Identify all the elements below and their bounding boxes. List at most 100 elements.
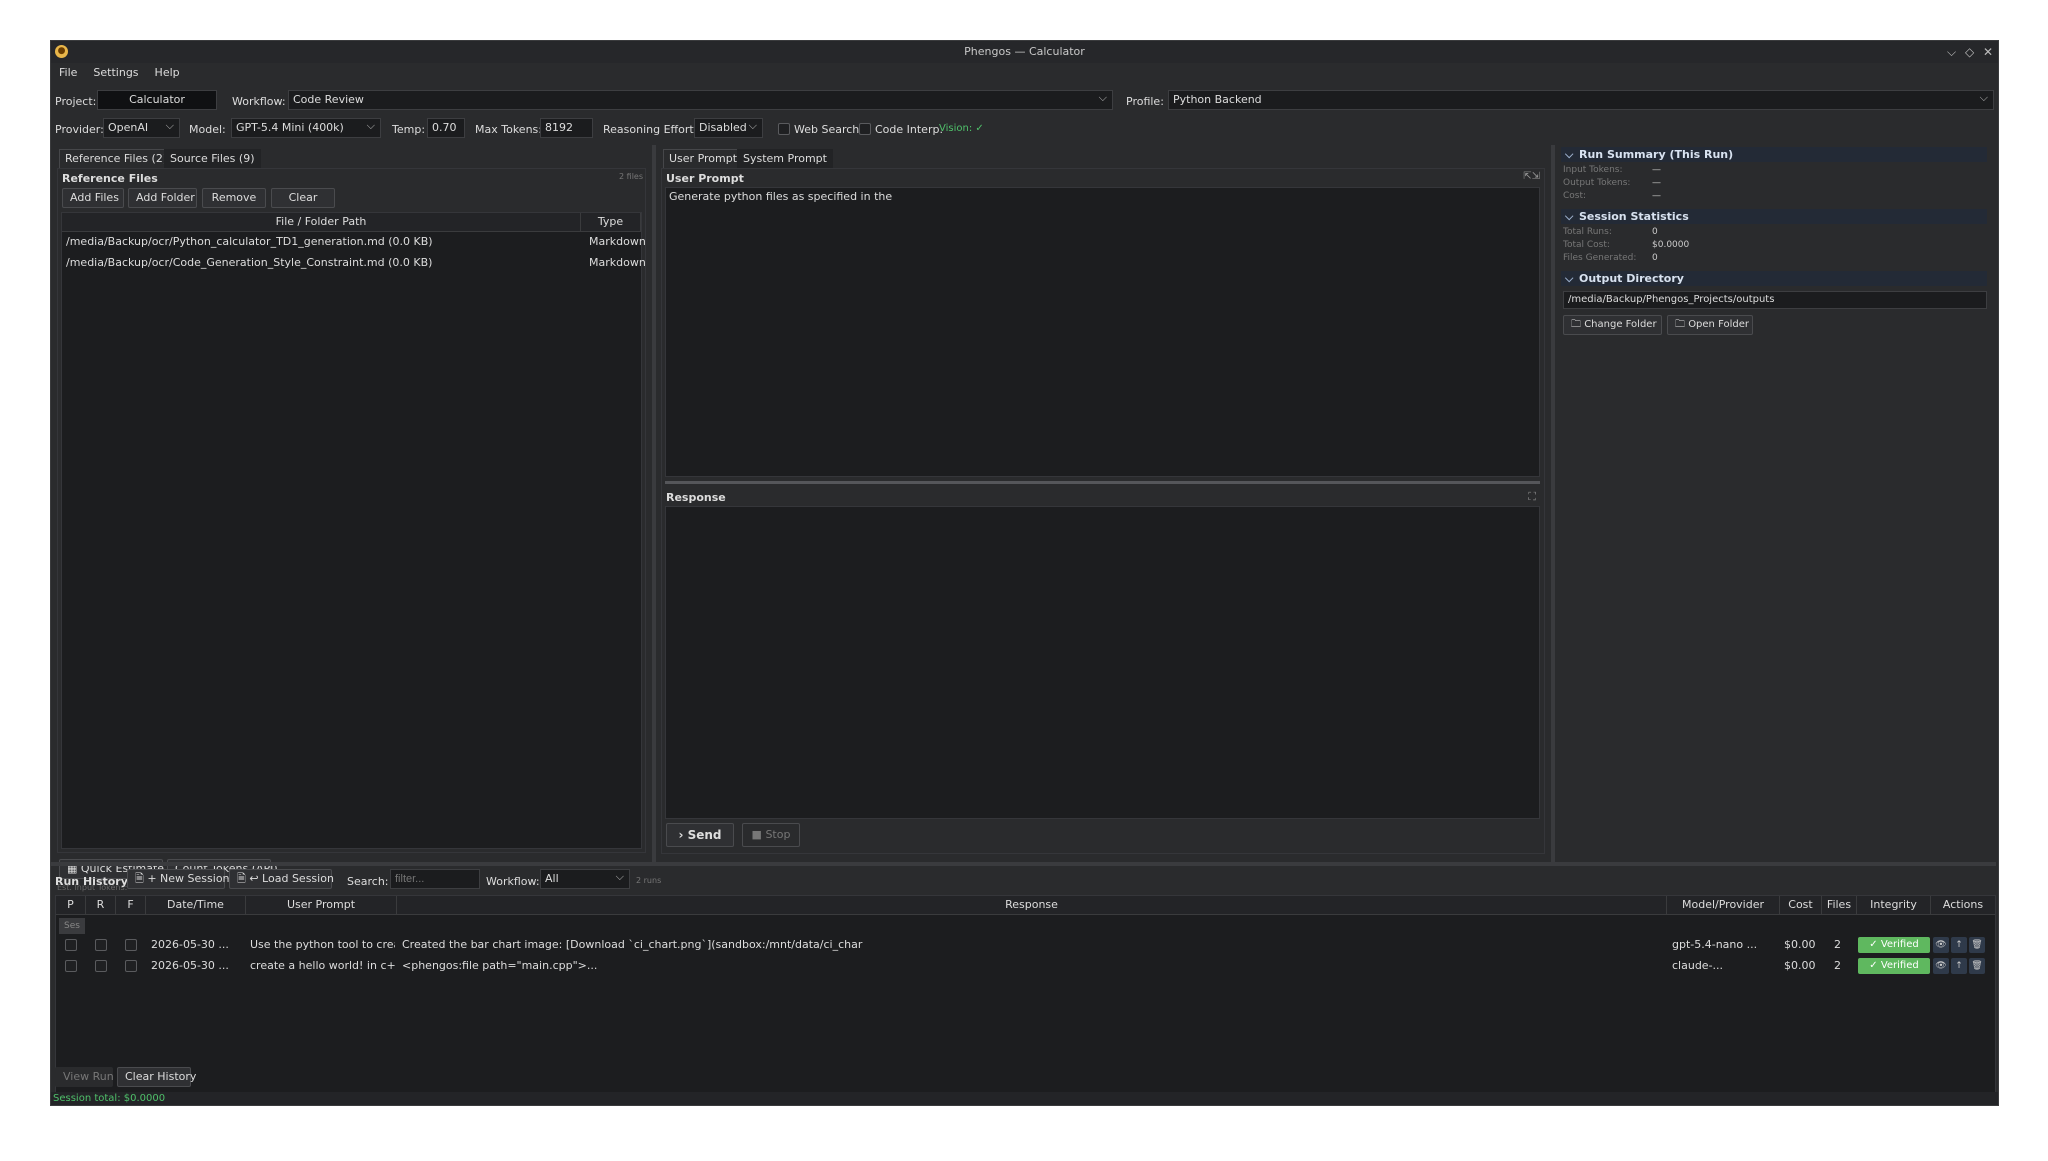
close-icon[interactable]: ✕ [1983,41,1993,63]
stop-button[interactable]: ■ Stop [742,823,800,847]
column-header-model[interactable]: Model/Provider [1667,896,1780,915]
row-datetime: 2026-05-30 ... [151,959,229,972]
column-header-cost[interactable]: Cost [1780,896,1822,915]
tab-system-prompt[interactable]: System Prompt [737,149,833,168]
menu-file[interactable]: File [51,63,85,83]
expand-prompt-icon[interactable]: ⇱⇲ [1523,171,1540,182]
output-tokens-value: — [1652,178,1661,188]
clear-button[interactable]: Clear [271,188,335,208]
row-files: 2 [1834,959,1841,972]
open-folder-label: Open Folder [1688,319,1749,330]
total-cost-label: Total Cost: [1563,240,1610,250]
pin-checkbox[interactable] [65,960,77,972]
vision-indicator: Vision: ✓ [939,123,984,134]
menu-bar: File Settings Help [51,63,1998,83]
project-input[interactable]: Calculator [97,90,217,110]
tab-reference-files[interactable]: Reference Files (2) [59,149,174,168]
reasoning-select[interactable]: Disabled [694,118,763,138]
web-search-checkbox[interactable] [778,123,790,135]
view-run-button[interactable]: View Run [55,1067,114,1087]
send-label: Send [687,828,722,842]
minimize-icon[interactable]: ⌵ [1947,41,1956,63]
view-icon[interactable]: 👁 [1933,958,1949,974]
row-files: 2 [1834,938,1841,951]
column-header-integrity[interactable]: Integrity [1857,896,1931,915]
row-cost: $0.00 [1784,959,1816,972]
files-count: 2 files [619,172,643,181]
column-header-type[interactable]: Type [581,213,641,232]
code-interp-checkbox[interactable] [859,123,871,135]
workflow-select[interactable]: Code Review [288,90,1113,110]
clear-history-button[interactable]: Clear History [117,1067,196,1087]
run-summary-title: Run Summary (This Run) [1579,148,1734,161]
run-checkbox[interactable] [95,960,107,972]
session-tag[interactable]: Ses [59,918,85,934]
file-checkbox[interactable] [125,939,137,951]
new-session-button[interactable]: 🗎 + New Session [127,869,230,889]
run-history-title: Run History [55,875,128,888]
menu-help[interactable]: Help [147,63,188,83]
row-response: Created the bar chart image: [Download `… [402,938,863,951]
change-folder-button[interactable]: 🗀 Change Folder [1563,315,1662,335]
cost-label: Cost: [1563,191,1587,201]
remove-button[interactable]: Remove [202,188,266,208]
column-header-actions[interactable]: Actions [1931,896,1995,915]
delete-icon[interactable]: 🗑 [1969,958,1985,974]
max-tokens-input[interactable]: 8192 [540,118,593,138]
splitter-bottom[interactable] [51,862,1996,866]
row-model: gpt-5.4-nano ... [1672,938,1758,951]
add-files-button[interactable]: Add Files [62,188,124,208]
app-window: ● Phengos — Calculator ⌵ ◇ ✕ File Setting… [50,40,1999,1106]
response-area[interactable] [665,506,1540,819]
profile-select[interactable]: Python Backend [1168,90,1994,110]
history-workflow-select[interactable]: All [540,869,630,889]
add-folder-button[interactable]: Add Folder [128,188,197,208]
profile-label: Profile: [1126,95,1164,108]
menu-settings[interactable]: Settings [85,63,146,83]
column-header-datetime[interactable]: Date/Time [146,896,246,915]
tab-source-files[interactable]: Source Files (9) [164,149,261,168]
load-session-button[interactable]: 🗎 ↩ Load Session [229,869,334,889]
row-path: /media/Backup/ocr/Python_calculator_TD1_… [66,235,433,248]
column-header-response[interactable]: Response [397,896,1667,915]
column-header-path[interactable]: File / Folder Path [62,213,581,232]
output-directory-field[interactable]: /media/Backup/Phengos_Projects/outputs [1563,291,1987,309]
row-path: /media/Backup/ocr/Code_Generation_Style_… [66,256,433,269]
upload-icon[interactable]: ↑ [1951,937,1967,953]
send-icon: › [678,828,688,842]
reference-files-title: Reference Files [62,172,158,185]
temp-input[interactable]: 0.70 [427,118,465,138]
pin-checkbox[interactable] [65,939,77,951]
files-generated-label: Files Generated: [1563,253,1637,263]
run-summary-header[interactable]: ⌵ Run Summary (This Run) [1561,147,1987,162]
run-checkbox[interactable] [95,939,107,951]
prompt-response-splitter[interactable] [665,481,1540,484]
splitter-left[interactable] [652,145,656,865]
search-input[interactable] [390,869,480,889]
column-header-f[interactable]: F [116,896,146,915]
splitter-right[interactable] [1551,145,1555,865]
provider-select[interactable]: OpenAI [103,118,180,138]
user-prompt-textarea[interactable]: Generate python files as specified in th… [665,187,1540,477]
output-directory-header[interactable]: ⌵ Output Directory [1561,271,1987,286]
reference-files-panel: Reference Files 2 files Add Files Add Fo… [57,168,646,853]
column-header-user-prompt[interactable]: User Prompt [246,896,397,915]
column-header-p[interactable]: P [56,896,86,915]
expand-response-icon[interactable]: ⛶ [1528,490,1536,504]
input-tokens-value: — [1652,165,1661,175]
new-session-label: + New Session [147,872,230,885]
session-stats-header[interactable]: ⌵ Session Statistics [1561,209,1987,224]
open-folder-button[interactable]: 🗀 Open Folder [1667,315,1753,335]
upload-icon[interactable]: ↑ [1951,958,1967,974]
view-icon[interactable]: 👁 [1933,937,1949,953]
column-header-r[interactable]: R [86,896,116,915]
column-header-files[interactable]: Files [1822,896,1857,915]
row-cost: $0.00 [1784,938,1816,951]
send-button[interactable]: › Send [666,823,734,847]
provider-label: Provider: [55,123,104,136]
maximize-icon[interactable]: ◇ [1965,41,1974,63]
delete-icon[interactable]: 🗑 [1969,937,1985,953]
model-select[interactable]: GPT-5.4 Mini (400k) [231,118,381,138]
file-checkbox[interactable] [125,960,137,972]
tab-user-prompt[interactable]: User Prompt [663,149,744,168]
